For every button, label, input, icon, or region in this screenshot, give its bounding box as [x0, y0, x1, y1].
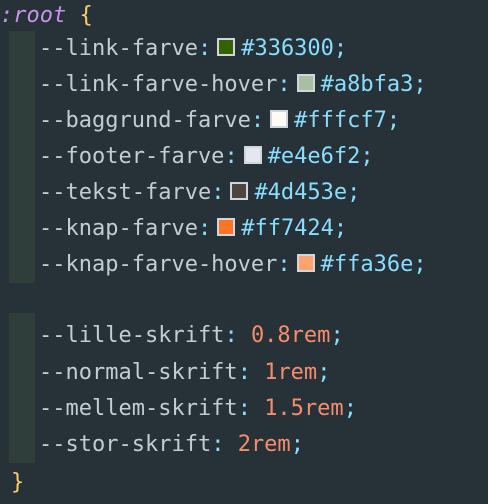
semicolon: ;	[333, 36, 348, 61]
color-value: #a8bfa3	[320, 72, 414, 97]
css-property: --knap-farve-hover	[39, 252, 278, 277]
css-selector: :root	[0, 3, 67, 28]
indent-guide	[9, 31, 35, 283]
size-number: 0.8	[250, 323, 291, 348]
code-line-variable[interactable]: --normal-skrift: 1rem;	[39, 355, 330, 391]
semicolon: ;	[386, 108, 401, 133]
css-property: --normal-skrift	[39, 360, 238, 385]
semicolon: ;	[290, 432, 304, 457]
close-brace: }	[11, 470, 25, 495]
code-line-variable[interactable]: --footer-farve: #e4e6f2;	[39, 139, 374, 175]
size-unit: rem	[250, 432, 291, 457]
code-editor[interactable]: :root { --link-farve: #336300; --link-far…	[0, 0, 488, 504]
code-line-variable[interactable]: --baggrund-farve: #fffcf7;	[39, 103, 400, 139]
colon: :	[250, 108, 265, 133]
css-property: --stor-skrift	[39, 432, 212, 457]
color-swatch[interactable]	[230, 182, 249, 200]
color-value: #4d453e	[254, 180, 348, 205]
semicolon: ;	[413, 72, 427, 97]
color-value: #fffcf7	[294, 108, 387, 133]
semicolon: ;	[360, 144, 374, 169]
color-swatch[interactable]	[243, 146, 262, 164]
indent-guide	[9, 313, 35, 463]
semicolon: ;	[347, 180, 361, 205]
color-swatch[interactable]	[296, 74, 315, 92]
size-unit: rem	[277, 360, 318, 385]
semicolon: ;	[330, 323, 344, 348]
colon: :	[224, 144, 238, 169]
color-value: #336300	[241, 36, 334, 61]
semicolon: ;	[413, 252, 427, 277]
css-property: --baggrund-farve	[39, 108, 251, 133]
colon: :	[237, 360, 251, 385]
colon: :	[197, 216, 212, 241]
code-line-variable[interactable]: --link-farve: #336300;	[39, 31, 347, 67]
colon: :	[211, 432, 225, 457]
semicolon: ;	[343, 396, 357, 421]
css-property: --tekst-farve	[39, 180, 212, 205]
css-property: --footer-farve	[39, 144, 225, 169]
semicolon: ;	[317, 360, 331, 385]
code-line-variable[interactable]: --stor-skrift: 2rem;	[39, 427, 304, 463]
color-swatch[interactable]	[217, 38, 236, 56]
code-line-variable[interactable]: --lille-skrift: 0.8rem;	[39, 318, 344, 354]
size-number: 1	[264, 360, 278, 385]
code-line-variable[interactable]: --mellem-skrift: 1.5rem;	[39, 391, 357, 427]
color-value: #ffa36e	[320, 252, 414, 277]
semicolon: ;	[333, 216, 348, 241]
code-line-variable[interactable]: --knap-farve-hover: #ffa36e;	[39, 247, 427, 283]
open-brace: {	[79, 3, 93, 28]
color-swatch[interactable]	[270, 110, 289, 128]
color-swatch[interactable]	[217, 218, 236, 236]
colon: :	[224, 323, 238, 348]
size-unit: rem	[303, 396, 344, 421]
code-line-variable[interactable]: --knap-farve: #ff7424;	[39, 211, 347, 247]
css-property: --lille-skrift	[39, 323, 225, 348]
colon: :	[197, 36, 212, 61]
code-line-variable[interactable]: --link-farve-hover: #a8bfa3;	[39, 67, 427, 103]
code-line-variable[interactable]: --tekst-farve: #4d453e;	[39, 175, 360, 211]
size-unit: rem	[290, 323, 331, 348]
size-number: 2	[237, 432, 251, 457]
color-value: #ff7424	[241, 216, 334, 241]
size-number: 1.5	[264, 396, 304, 421]
code-line-root[interactable]: :root {	[0, 0, 93, 34]
color-value: #e4e6f2	[267, 144, 361, 169]
css-property: --knap-farve	[39, 216, 198, 241]
colon: :	[211, 180, 225, 205]
css-property: --link-farve	[39, 36, 198, 61]
colon: :	[277, 252, 291, 277]
colon: :	[277, 72, 291, 97]
css-property: --mellem-skrift	[39, 396, 238, 421]
colon: :	[237, 396, 251, 421]
color-swatch[interactable]	[296, 254, 315, 272]
css-property: --link-farve-hover	[39, 72, 278, 97]
